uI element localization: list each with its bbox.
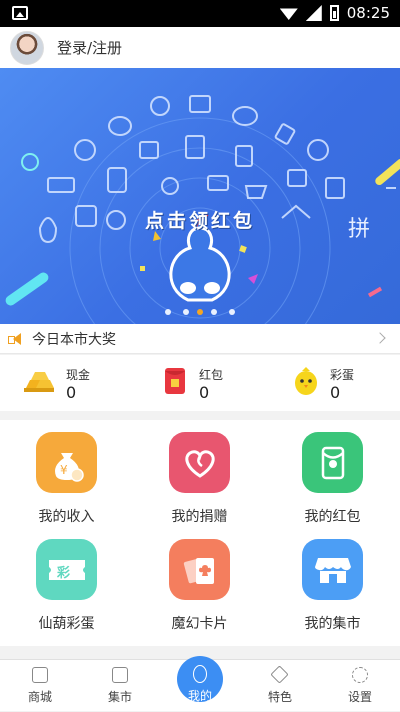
wallet-red-envelope[interactable]: 红包 0 — [133, 355, 266, 411]
system-icons: 08:25 — [279, 4, 390, 22]
profile-header: 登录/注册 — [0, 27, 400, 68]
tab-mine[interactable]: 我的 — [160, 656, 240, 712]
ticket-icon: 彩 — [36, 539, 97, 600]
wifi-icon — [279, 8, 298, 20]
status-bar: 08:25 — [0, 0, 400, 27]
notice-text: 今日本市大奖 — [32, 331, 116, 348]
red-packet-banner[interactable]: 拼 点击领红包 — [0, 68, 400, 324]
grid-label-income: 我的收入 — [38, 509, 95, 525]
chevron-right-icon — [374, 332, 386, 344]
svg-text:¥: ¥ — [60, 463, 68, 477]
grid-label-market: 我的集市 — [304, 616, 361, 632]
wallet-egg[interactable]: 彩蛋 0 — [266, 355, 399, 411]
grid-label-donation: 我的捐赠 — [171, 509, 228, 525]
tab-mine-label: 我的 — [187, 689, 212, 703]
gold-bars-icon — [24, 372, 54, 392]
avatar[interactable] — [10, 30, 44, 65]
ticket-icon-text: 彩 — [56, 565, 70, 581]
battery-icon — [329, 5, 339, 21]
tab-settings-label: 设置 — [347, 690, 372, 704]
login-register-link[interactable]: 登录/注册 — [57, 37, 122, 58]
heart-icon — [169, 432, 230, 493]
wallet-cash-label: 现金 — [66, 368, 91, 382]
grid-label-lottery-egg: 仙葫彩蛋 — [38, 616, 95, 632]
wallet-red-envelope-label: 红包 — [199, 368, 224, 382]
wallet-red-envelope-value: 0 — [199, 383, 210, 402]
tab-mall[interactable]: 商城 — [0, 660, 80, 712]
tab-featured[interactable]: 特色 — [240, 660, 320, 712]
grid-item-lottery-egg[interactable]: 彩 仙葫彩蛋 — [0, 527, 133, 637]
gourd-icon — [193, 665, 207, 683]
speaker-icon — [8, 332, 24, 345]
notice-bar[interactable]: 今日本市大奖 — [0, 324, 400, 354]
wallet-cash-value: 0 — [66, 383, 77, 402]
tab-market[interactable]: 集市 — [80, 660, 160, 712]
tab-mall-label: 商城 — [27, 690, 52, 704]
star-icon — [270, 665, 289, 684]
grid-item-red-envelope[interactable]: 我的红包 — [266, 420, 399, 530]
wallet-egg-label: 彩蛋 — [330, 368, 355, 382]
grid-label-magic-cards: 魔幻卡片 — [171, 616, 228, 632]
banner-illustration: 拼 — [5, 95, 400, 324]
wallet-cash[interactable]: 现金 0 — [0, 355, 133, 411]
store-icon — [112, 667, 128, 683]
red-envelope-icon — [302, 432, 363, 493]
bottom-tab-bar: 商城 集市 我的 特色 设置 — [0, 656, 400, 712]
wallet-summary: 现金 0 红包 0 彩蛋 0 — [0, 355, 400, 411]
tab-featured-label: 特色 — [267, 690, 292, 704]
gear-icon — [352, 667, 368, 683]
image-notification-icon — [12, 6, 28, 20]
tab-settings[interactable]: 设置 — [320, 660, 400, 712]
signal-icon — [305, 5, 322, 21]
function-grid: ¥ 我的收入 我的捐赠 我的红包 彩 仙葫彩蛋 魔幻卡片 我的集市 — [0, 420, 400, 646]
grid-item-market[interactable]: 我的集市 — [266, 527, 399, 637]
chick-egg-icon — [295, 367, 317, 395]
tab-market-label: 集市 — [107, 690, 132, 704]
bag-icon — [32, 667, 48, 683]
red-envelope-icon — [165, 368, 185, 394]
banner-title: 点击领红包 — [144, 210, 255, 232]
money-bag-icon: ¥ — [36, 432, 97, 493]
status-time: 08:25 — [346, 4, 390, 22]
grid-item-income[interactable]: ¥ 我的收入 — [0, 420, 133, 530]
grid-label-red-envelope: 我的红包 — [304, 509, 361, 525]
store-icon — [302, 539, 363, 600]
grid-item-magic-cards[interactable]: 魔幻卡片 — [133, 527, 266, 637]
wallet-egg-value: 0 — [330, 383, 341, 402]
cards-icon — [169, 539, 230, 600]
grid-item-donation[interactable]: 我的捐赠 — [133, 420, 266, 530]
